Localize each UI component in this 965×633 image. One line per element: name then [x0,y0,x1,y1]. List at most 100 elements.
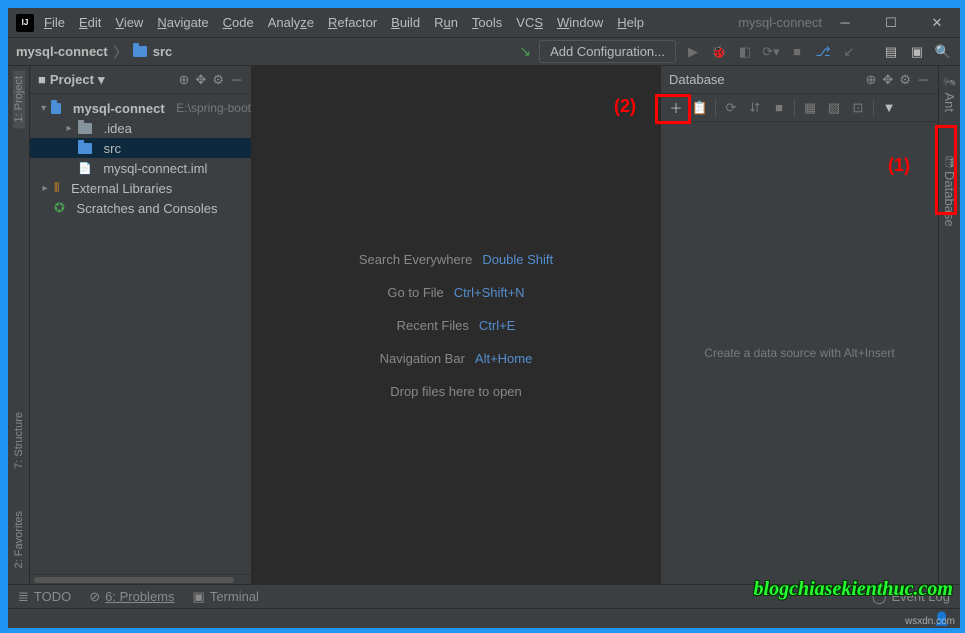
folder-icon [78,123,92,134]
editor-empty-state: Search EverywhereDouble Shift Go to File… [252,66,660,584]
menu-tools[interactable]: Tools [472,15,502,30]
stop-icon[interactable]: ■ [788,44,806,59]
gutter-project[interactable]: 1: Project [13,70,25,128]
menu-window[interactable]: Window [557,15,603,30]
filter-icon[interactable]: ▼ [880,100,898,115]
database-toolbar: ＋ 📋 ⟳ ⮃ ■ ▦ ▧ ⊡ ▼ [661,94,938,122]
status-bar: 👤 [8,608,960,628]
build-icon[interactable]: ↘ [519,43,531,60]
refresh-icon[interactable]: ⟳ [722,100,740,116]
menu-edit[interactable]: Edit [79,15,101,30]
database-panel-title: Database [669,72,725,87]
breadcrumb[interactable]: mysql-connect 〉 src [16,42,172,61]
ide-window: IJ File Edit View Navigate Code Analyze … [8,8,960,628]
select-opened-icon[interactable]: ⊕ [866,72,877,88]
source-folder-icon [78,143,92,154]
menu-file[interactable]: File [44,15,65,30]
tree-iml[interactable]: 📄 mysql-connect.iml [30,158,251,178]
git-icon[interactable]: ⎇ [814,44,832,60]
hide-panel-icon[interactable]: － [230,70,243,89]
tree-external-libs[interactable]: ▸⫴ External Libraries [30,178,251,198]
main-area: 1: Project 7: Structure 2: Favorites ■ P… [8,66,960,584]
tip-recent-files: Recent FilesCtrl+E [397,318,516,333]
titlebar: IJ File Edit View Navigate Code Analyze … [8,8,960,38]
search-icon[interactable]: 🔍 [934,44,952,60]
expand-all-icon[interactable]: ✥ [195,72,206,88]
stop-db-icon[interactable]: ■ [770,100,788,115]
project-panel: ■ Project ▾ ⊕ ✥ ⚙ － ▾ mysql-connect E:\s… [30,66,252,584]
left-gutter: 1: Project 7: Structure 2: Favorites [8,66,30,584]
minimize-button[interactable]: ─ [822,8,868,38]
tree-scratches[interactable]: ✪ Scratches and Consoles [30,198,251,218]
intellij-logo-icon: IJ [16,14,34,32]
profile-icon[interactable]: ⟳▾ [762,44,780,60]
ide-settings-icon[interactable]: ▣ [908,44,926,60]
project-structure-icon[interactable]: ▤ [882,44,900,60]
table-icon[interactable]: ▦ [801,100,819,116]
update-project-icon[interactable]: ↙ [840,44,858,60]
menu-analyze[interactable]: Analyze [268,15,314,30]
tip-goto-file: Go to FileCtrl+Shift+N [387,285,524,300]
navbar: mysql-connect 〉 src ↘ Add Configuration.… [8,38,960,66]
tip-search-everywhere: Search EverywhereDouble Shift [359,252,553,267]
chevron-right-icon: 〉 [114,42,127,61]
tree-root[interactable]: ▾ mysql-connect E:\spring-boot [30,98,251,118]
breadcrumb-root[interactable]: mysql-connect [16,44,108,59]
bottom-todo[interactable]: ≣ TODO [18,589,71,605]
close-button[interactable]: ✕ [914,8,960,38]
module-icon [51,103,61,114]
gutter-structure[interactable]: 7: Structure [13,406,25,475]
menu-build[interactable]: Build [391,15,420,30]
db-settings-icon[interactable]: ⚙ [899,72,911,88]
main-menu: File Edit View Navigate Code Analyze Ref… [44,15,724,30]
folder-icon [133,46,147,57]
gutter-ant[interactable]: 🐜 Ant [942,70,957,118]
add-configuration-button[interactable]: Add Configuration... [539,40,676,63]
tree-idea[interactable]: ▸ .idea [30,118,251,138]
watermark: blogchiasekienthuc.com [754,578,953,601]
database-panel: Database ⊕ ✥ ⚙ － ＋ 📋 ⟳ ⮃ ■ ▦ ▧ ⊡ ▼ [660,66,938,584]
add-datasource-icon[interactable]: ＋ [667,98,685,117]
database-empty-hint: Create a data source with Alt+Insert [661,122,938,584]
tip-nav-bar: Navigation BarAlt+Home [380,351,533,366]
menu-refactor[interactable]: Refactor [328,15,377,30]
view-icon[interactable]: ▧ [825,100,843,116]
breadcrumb-child[interactable]: src [153,44,173,59]
data-icon[interactable]: ⊡ [849,100,867,116]
project-tree[interactable]: ▾ mysql-connect E:\spring-boot ▸ .idea s… [30,94,251,574]
source-watermark: wsxdn.com [905,616,955,627]
db-hide-icon[interactable]: － [917,70,930,89]
menu-vcs[interactable]: VCS [516,15,543,30]
project-scrollbar[interactable] [30,574,251,584]
window-title: mysql-connect [738,15,822,30]
select-opened-file-icon[interactable]: ⊕ [179,72,190,88]
scratches-icon: ✪ [54,200,65,216]
tip-drop-files: Drop files here to open [390,384,522,399]
expand-icon[interactable]: ✥ [882,72,893,88]
project-panel-title: ■ Project ▾ [38,72,104,88]
settings-icon[interactable]: ⚙ [212,72,224,88]
run-icon[interactable]: ▶ [684,44,702,60]
menu-view[interactable]: View [115,15,143,30]
bottom-problems[interactable]: ⊘ 6: Problems [89,589,174,605]
window-controls: ─ ☐ ✕ [822,8,960,38]
gutter-database[interactable]: 🛢 Database [942,148,957,233]
bottom-terminal[interactable]: ▣ Terminal [193,589,259,605]
jump-to-console-icon[interactable]: ⮃ [746,100,764,116]
coverage-icon[interactable]: ◧ [736,44,754,60]
database-panel-header: Database ⊕ ✥ ⚙ － [661,66,938,94]
duplicate-icon[interactable]: 📋 [691,100,709,116]
menu-navigate[interactable]: Navigate [157,15,208,30]
maximize-button[interactable]: ☐ [868,8,914,38]
file-icon: 📄 [78,162,92,175]
right-gutter: 🐜 Ant 🛢 Database [938,66,960,584]
menu-code[interactable]: Code [223,15,254,30]
tree-src[interactable]: src [30,138,251,158]
menu-run[interactable]: Run [434,15,458,30]
debug-icon[interactable]: 🐞 [710,44,728,60]
navbar-right: ↘ Add Configuration... ▶ 🐞 ◧ ⟳▾ ■ ⎇ ↙ ▤ … [519,40,952,63]
menu-help[interactable]: Help [617,15,644,30]
libraries-icon: ⫴ [54,180,59,196]
gutter-favorites[interactable]: 2: Favorites [13,505,25,574]
project-panel-header: ■ Project ▾ ⊕ ✥ ⚙ － [30,66,251,94]
